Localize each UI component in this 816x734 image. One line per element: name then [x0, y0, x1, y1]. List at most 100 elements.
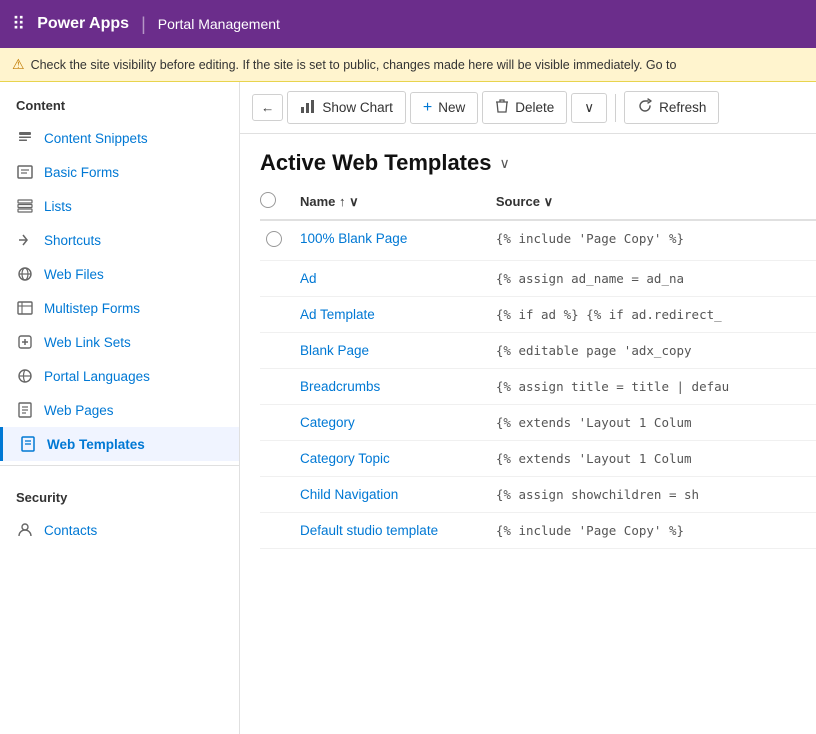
sidebar-item-lists[interactable]: Lists: [0, 189, 239, 223]
row-select-cell[interactable]: [260, 405, 300, 441]
top-header: ⠿ Power Apps | Portal Management: [0, 0, 816, 48]
row-name-cell: Breadcrumbs: [300, 369, 496, 405]
table-row: 100% Blank Page {% include 'Page Copy' %}: [260, 220, 816, 261]
web-pages-icon: [16, 401, 34, 419]
row-select-cell[interactable]: [260, 333, 300, 369]
new-icon: +: [423, 99, 432, 117]
app-name: Power Apps: [37, 15, 129, 33]
row-radio[interactable]: [266, 231, 282, 247]
row-select-cell[interactable]: [260, 513, 300, 549]
contacts-icon: [16, 521, 34, 539]
row-source-cell: {% if ad %} {% if ad.redirect_: [496, 297, 816, 333]
sidebar-item-content-snippets[interactable]: Content Snippets: [0, 121, 239, 155]
sidebar-item-portal-languages[interactable]: Portal Languages: [0, 359, 239, 393]
new-button[interactable]: + New: [410, 92, 478, 124]
warning-bar: ⚠ Check the site visibility before editi…: [0, 48, 816, 82]
web-files-icon: [16, 265, 34, 283]
sidebar-item-web-files[interactable]: Web Files: [0, 257, 239, 291]
name-col-header[interactable]: Name ↑ ∨: [300, 184, 496, 220]
select-col-header: [260, 184, 300, 220]
sidebar-label-web-link-sets: Web Link Sets: [44, 335, 131, 350]
row-source-cell: {% assign showchildren = sh: [496, 477, 816, 513]
row-source-cell: {% include 'Page Copy' %}: [496, 220, 816, 261]
back-button[interactable]: ←: [252, 94, 283, 121]
lists-icon: [16, 197, 34, 215]
more-button[interactable]: ∨: [571, 93, 607, 123]
source-col-header[interactable]: Source ∨: [496, 184, 816, 220]
row-name-link[interactable]: Category Topic: [300, 451, 390, 466]
sidebar-item-web-pages[interactable]: Web Pages: [0, 393, 239, 427]
sidebar-item-multistep-forms[interactable]: Multistep Forms: [0, 291, 239, 325]
sidebar-label-web-templates: Web Templates: [47, 437, 145, 452]
row-select-cell[interactable]: [260, 369, 300, 405]
title-dropdown-icon[interactable]: ∨: [499, 155, 509, 172]
row-select-cell[interactable]: [260, 220, 300, 261]
table-row: Category Topic{% extends 'Layout 1 Colum: [260, 441, 816, 477]
app-grid-icon[interactable]: ⠿: [12, 14, 25, 35]
table-row: Ad Template {% if ad %} {% if ad.redirect…: [260, 297, 816, 333]
row-source-cell: {% include 'Page Copy' %}: [496, 513, 816, 549]
row-select-cell[interactable]: [260, 441, 300, 477]
table-row: Default studio template {% include 'Page …: [260, 513, 816, 549]
toolbar-divider: [615, 94, 616, 122]
row-name-link[interactable]: Default studio template: [300, 523, 438, 538]
row-name-link[interactable]: Ad: [300, 271, 317, 286]
show-chart-button[interactable]: Show Chart: [287, 91, 406, 124]
show-chart-icon: [300, 98, 316, 117]
sidebar-item-web-link-sets[interactable]: Web Link Sets: [0, 325, 239, 359]
sidebar-item-web-templates[interactable]: Web Templates: [0, 427, 239, 461]
row-name-link[interactable]: 100% Blank Page: [300, 231, 407, 246]
sidebar-label-shortcuts: Shortcuts: [44, 233, 101, 248]
table-row: Blank Page{% editable page 'adx_copy: [260, 333, 816, 369]
sidebar-label-web-pages: Web Pages: [44, 403, 114, 418]
multistep-forms-icon: [16, 299, 34, 317]
sidebar-label-contacts: Contacts: [44, 523, 97, 538]
sidebar-item-shortcuts[interactable]: Shortcuts: [0, 223, 239, 257]
table-row: Child Navigation {% assign showchildren =…: [260, 477, 816, 513]
name-sort-icon: ↑ ∨: [339, 194, 359, 209]
row-source-cell: {% extends 'Layout 1 Colum: [496, 405, 816, 441]
table-row: Category {% extends 'Layout 1 Colum: [260, 405, 816, 441]
row-name-cell: Category: [300, 405, 496, 441]
sidebar-label-basic-forms: Basic Forms: [44, 165, 119, 180]
row-select-cell[interactable]: [260, 297, 300, 333]
row-name-link[interactable]: Breadcrumbs: [300, 379, 380, 394]
delete-button[interactable]: Delete: [482, 91, 567, 124]
page-title: Active Web Templates: [260, 150, 491, 176]
sidebar: Content Content Snippets Basic Forms Lis…: [0, 82, 240, 734]
content-section-title: Content: [0, 82, 239, 121]
web-templates-icon: [19, 435, 37, 453]
source-sort-icon: ∨: [544, 194, 554, 209]
back-icon: ←: [261, 100, 274, 115]
table-row: Ad {% assign ad_name = ad_na: [260, 261, 816, 297]
refresh-button[interactable]: Refresh: [624, 91, 719, 124]
main-layout: Content Content Snippets Basic Forms Lis…: [0, 82, 816, 734]
web-link-sets-icon: [16, 333, 34, 351]
row-name-cell: Category Topic: [300, 441, 496, 477]
new-label: New: [438, 100, 465, 115]
row-select-cell[interactable]: [260, 261, 300, 297]
shortcuts-icon: [16, 231, 34, 249]
delete-label: Delete: [515, 100, 554, 115]
row-source-cell: {% assign ad_name = ad_na: [496, 261, 816, 297]
row-name-cell: Ad Template: [300, 297, 496, 333]
row-select-cell[interactable]: [260, 477, 300, 513]
security-section-title: Security: [0, 474, 239, 513]
row-name-cell: Child Navigation: [300, 477, 496, 513]
sidebar-label-multistep-forms: Multistep Forms: [44, 301, 140, 316]
delete-icon: [495, 98, 509, 117]
basic-forms-icon: [16, 163, 34, 181]
row-name-link[interactable]: Ad Template: [300, 307, 375, 322]
refresh-label: Refresh: [659, 100, 706, 115]
row-name-cell: Default studio template: [300, 513, 496, 549]
warning-icon: ⚠: [12, 56, 25, 73]
main-content: ← Show Chart + New Delete ∨: [240, 82, 816, 734]
sidebar-item-basic-forms[interactable]: Basic Forms: [0, 155, 239, 189]
row-name-link[interactable]: Blank Page: [300, 343, 369, 358]
table-row: Breadcrumbs{% assign title = title | def…: [260, 369, 816, 405]
refresh-icon: [637, 98, 653, 117]
row-name-link[interactable]: Category: [300, 415, 355, 430]
sidebar-item-contacts[interactable]: Contacts: [0, 513, 239, 547]
row-name-link[interactable]: Child Navigation: [300, 487, 398, 502]
name-col-label: Name: [300, 194, 335, 209]
